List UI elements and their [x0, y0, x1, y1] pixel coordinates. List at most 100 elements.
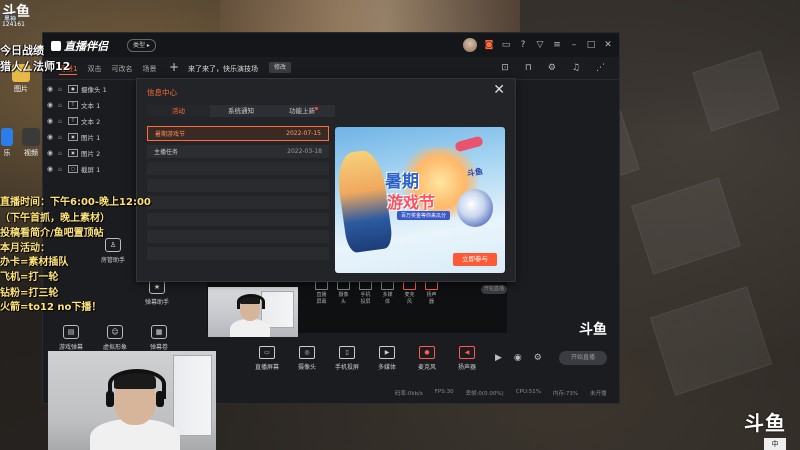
brand-logo-icon	[51, 41, 61, 51]
start-live-button[interactable]: 开始直播	[559, 351, 607, 365]
settings-icon[interactable]: ⚙	[534, 353, 542, 363]
overlay-line: 本月活动：	[0, 243, 50, 254]
lock-icon[interactable]: ⌂	[58, 86, 65, 93]
add-scene-icon[interactable]: +	[169, 60, 179, 74]
mini-start-live-button[interactable]: 开始直播	[481, 285, 507, 294]
avatar-icon: ☺	[107, 325, 123, 339]
overlay-line: 猎人ㄥ法师12	[0, 60, 71, 73]
settings-icon[interactable]: ⚙	[548, 63, 556, 73]
mic-icon: ●	[419, 346, 435, 359]
menu-icon[interactable]: ≡	[552, 40, 562, 50]
source-item[interactable]: ◉ ⌂ ▢ 截屏 1	[47, 161, 137, 177]
eye-icon[interactable]: ◉	[47, 85, 55, 93]
mini-tool[interactable]: 摄像头	[337, 281, 350, 305]
avatar[interactable]	[463, 38, 477, 52]
tab-activity[interactable]: 活动	[147, 105, 210, 117]
control-mic[interactable]: ● 麦克风	[413, 346, 441, 371]
title-bar: 直播伴侣 类型 ▸ ◙ ▭ ? ▽ ≡ – □ ✕	[43, 33, 619, 57]
maximize-icon[interactable]: □	[586, 40, 596, 50]
eye-icon[interactable]: ◉	[47, 117, 55, 125]
danmaku-assist-icon: ★	[149, 280, 165, 294]
eye-icon[interactable]: ◉	[47, 165, 55, 173]
eye-icon[interactable]: ◉	[47, 133, 55, 141]
tool-danmaku-assist[interactable]: ★ 弹幕助手	[139, 280, 175, 306]
bell-icon[interactable]: ♫	[572, 63, 580, 73]
tab-system-notice[interactable]: 系统通知	[210, 105, 273, 117]
edit-title-button[interactable]: 修改	[269, 62, 292, 73]
lock-icon[interactable]: ⌂	[58, 118, 65, 125]
list-item[interactable]: 主播任务 2022-03-18	[147, 145, 329, 158]
eye-icon[interactable]: ◉	[47, 149, 55, 157]
control-screen[interactable]: ▭ 直播屏幕	[253, 346, 281, 371]
tab-scene-2[interactable]: 双击	[87, 64, 101, 75]
scene-tabs: 场景1 双击 可改名 场景	[59, 64, 156, 75]
list-item-empty	[147, 230, 329, 243]
control-phone-cast[interactable]: ▯ 手机投屏	[333, 346, 361, 371]
notification-icon[interactable]: ◙	[484, 40, 494, 50]
control-media[interactable]: ▶ 多媒体	[373, 346, 401, 371]
mini-tool[interactable]: 直播屏幕	[315, 281, 328, 305]
lock-icon[interactable]: ⌂	[58, 166, 65, 173]
list-item-empty	[147, 247, 329, 260]
close-icon[interactable]: ✕	[603, 40, 613, 50]
status-fps: FPS:30	[434, 389, 454, 395]
tab-scene-4[interactable]: 场景	[142, 64, 156, 75]
wallpaper-paper	[692, 50, 780, 132]
user-id: 124161	[2, 21, 25, 28]
lock-icon[interactable]: ⌂	[58, 102, 65, 109]
wallpaper-paper	[649, 286, 773, 396]
cam-window	[173, 355, 212, 437]
skin-icon[interactable]: ▽	[535, 40, 545, 50]
tool-game-danmaku[interactable]: ▤ 游戏弹幕	[53, 325, 89, 351]
mini-tool[interactable]: 多媒体	[381, 281, 394, 305]
mini-tool[interactable]: 扬声器	[425, 281, 438, 305]
overlay-line: 直播时间：下午6:00-晚上12:00	[0, 197, 151, 208]
source-item[interactable]: ◉ ⌂ ▣ 图片 1	[47, 129, 137, 145]
share-icon[interactable]: ⋰	[596, 63, 605, 73]
tool-room-manager[interactable]: ♙ 房管助手	[95, 238, 131, 264]
lock-icon[interactable]: ⌂	[58, 150, 65, 157]
tool-danmaku-roll[interactable]: ▦ 弹幕卷	[141, 325, 177, 351]
source-item[interactable]: ◉ ⌂ ▣ 图片 2	[47, 145, 137, 161]
status-memory: 内存:73%	[552, 391, 579, 397]
overlay-line: 钻粉=打三轮	[0, 288, 59, 299]
text-source-icon: T	[68, 117, 78, 125]
desktop-icon-video[interactable]: 视频	[20, 128, 42, 158]
speaker-icon	[425, 281, 438, 290]
desktop-icon-music[interactable]: 乐	[0, 128, 14, 158]
status-bar: 码率:0kb/s FPS:30 丢帧:0(0.00%) CPU:51% 内存:7…	[395, 389, 607, 397]
bottom-controls: ▭ 直播屏幕 ◎ 摄像头 ▯ 手机投屏 ▶ 多媒体 ● 麦克风 ◀ 扬声器	[253, 346, 481, 371]
message-icon[interactable]: ▭	[501, 40, 511, 50]
eye-icon[interactable]: ◉	[514, 353, 522, 363]
headphones-icon	[106, 391, 114, 407]
record-icon[interactable]: ▶	[495, 353, 502, 363]
source-item[interactable]: ◉ ⌂ T 文本 2	[47, 113, 137, 129]
source-item[interactable]: ◉ ⌂ ● 摄像头 1	[47, 81, 137, 97]
mini-tool[interactable]: 手机投屏	[359, 281, 372, 305]
phone-cast-icon	[359, 281, 372, 290]
wallpaper-art	[220, 0, 520, 32]
record-icon[interactable]: ⊡	[501, 63, 509, 73]
event-banner[interactable]: 斗鱼 暑期 游戏节 百万奖金等你来瓜分 立即参与	[335, 127, 505, 273]
eye-icon[interactable]: ◉	[47, 101, 55, 109]
ime-indicator[interactable]: 中	[764, 438, 786, 450]
control-camera[interactable]: ◎ 摄像头	[293, 346, 321, 371]
list-item[interactable]: 暑期游戏节 2022-07-15	[147, 126, 329, 141]
tab-scene-3[interactable]: 可改名	[111, 64, 132, 75]
lock-icon[interactable]: ⊓	[525, 63, 532, 73]
join-now-button[interactable]: 立即参与	[453, 253, 497, 266]
tab-new-features[interactable]: 功能上新	[272, 105, 335, 117]
mini-tool[interactable]: 麦克风	[403, 281, 416, 305]
control-speaker[interactable]: ◀ 扬声器	[453, 346, 481, 371]
source-item[interactable]: ◉ ⌂ T 文本 1	[47, 97, 137, 113]
headphones-icon	[156, 391, 164, 407]
close-icon[interactable]: ✕	[493, 82, 505, 98]
dialog-tabs: 活动 系统通知 功能上新	[147, 105, 335, 117]
app-brand: 直播伴侣	[51, 38, 108, 54]
lock-icon[interactable]: ⌂	[58, 134, 65, 141]
tool-avatar[interactable]: ☺ 虚拟形象	[97, 325, 133, 351]
minimize-icon[interactable]: –	[569, 40, 579, 50]
type-selector[interactable]: 类型 ▸	[127, 39, 156, 52]
help-icon[interactable]: ?	[518, 40, 528, 50]
status-live: 未开播	[590, 391, 607, 397]
